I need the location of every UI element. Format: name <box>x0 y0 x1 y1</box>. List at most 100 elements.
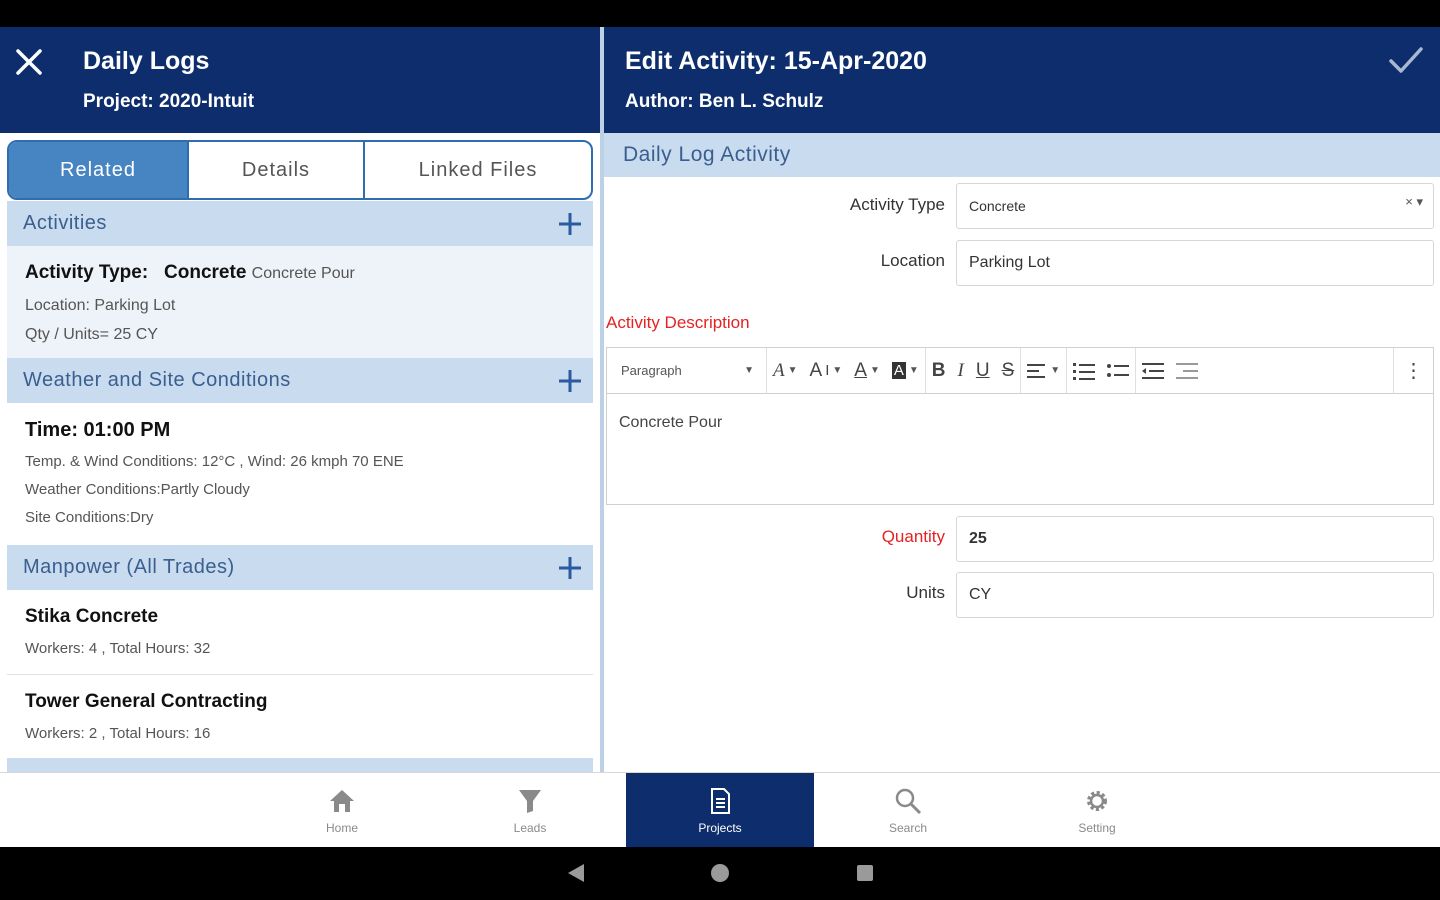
gear-icon <box>1087 790 1107 811</box>
activity-description-label: Activity Description <box>606 313 750 332</box>
manpower-detail: Workers: 2 , Total Hours: 16 <box>25 725 211 742</box>
document-icon <box>711 787 730 814</box>
manpower-name: Stika Concrete <box>25 606 159 627</box>
dropdown-caret-icon[interactable]: ▾ <box>1416 194 1423 209</box>
home-circle-icon[interactable] <box>710 863 730 883</box>
paragraph-format-value: Paragraph <box>621 363 682 378</box>
paragraph-format-select[interactable]: Paragraph ▼ <box>607 348 767 393</box>
units-field-label: Units <box>906 583 945 602</box>
activity-type-select[interactable]: Concrete × ▾ <box>956 183 1434 229</box>
left-panel: Related Details Linked Files Activities … <box>0 133 600 772</box>
tab-related[interactable]: Related <box>9 142 189 198</box>
manpower-section-header: Manpower (All Trades) <box>7 545 593 590</box>
activity-type-field-label: Activity Type <box>849 195 945 214</box>
activity-type-desc: Concrete Pour <box>251 265 355 282</box>
quantity-field-label: Quantity <box>881 527 945 546</box>
weather-temp: Temp. & Wind Conditions: 12°C , Wind: 26… <box>25 453 404 470</box>
rich-text-editor: Paragraph ▼ A ▼ A I ▼ A ▼ A ▼ B I U S ▼ … <box>606 347 1434 505</box>
nav-projects[interactable]: Projects <box>626 773 814 848</box>
nav-search[interactable]: Search <box>814 773 1002 848</box>
tab-details[interactable]: Details <box>189 142 365 198</box>
highlight-color-button[interactable]: A ▼ <box>891 362 919 379</box>
quantity-input[interactable]: 25 <box>956 516 1434 562</box>
bold-icon[interactable]: B <box>932 360 946 382</box>
nav-setting[interactable]: Setting <box>1003 773 1191 848</box>
activity-type-value: Concrete <box>164 262 247 283</box>
home-icon <box>330 789 354 812</box>
recents-square-icon[interactable] <box>855 863 875 883</box>
font-size-button[interactable]: A I ▼ <box>810 360 843 382</box>
site-conditions: Site Conditions:Dry <box>25 509 154 526</box>
tab-bar: Related Details Linked Files <box>7 140 593 200</box>
activity-qty: Qty / Units= 25 CY <box>25 326 158 343</box>
strikethrough-icon[interactable]: S <box>1002 360 1015 382</box>
right-panel: Daily Log Activity Activity Type Concret… <box>604 133 1440 772</box>
editor-toolbar: Paragraph ▼ A ▼ A I ▼ A ▼ A ▼ B I U S ▼ … <box>607 348 1433 394</box>
activity-item[interactable]: Activity Type: Concrete Concrete Pour Lo… <box>7 246 593 358</box>
nav-home[interactable]: Home <box>248 773 436 848</box>
weather-time: Time: 01:00 PM <box>25 419 171 441</box>
funnel-icon <box>519 789 541 813</box>
chevron-down-icon: ▼ <box>744 365 754 376</box>
system-nav-bar <box>0 847 1440 900</box>
weather-section-title: Weather and Site Conditions <box>23 369 291 391</box>
nav-label: Leads <box>513 820 547 835</box>
add-weather-plus-icon[interactable] <box>557 368 583 394</box>
weather-conditions: Weather Conditions:Partly Cloudy <box>25 481 250 498</box>
manpower-section-title: Manpower (All Trades) <box>23 556 235 578</box>
add-activity-plus-icon[interactable] <box>557 211 583 237</box>
page-title: Daily Logs <box>83 47 210 75</box>
nav-leads[interactable]: Leads <box>436 773 624 848</box>
author-subtitle: Author: Ben L. Schulz <box>625 91 824 112</box>
save-check-icon[interactable] <box>1388 45 1424 75</box>
clear-selection-icon[interactable]: × <box>1405 194 1413 209</box>
activity-type-label: Activity Type: <box>25 262 149 283</box>
font-family-button[interactable]: A ▼ <box>773 360 798 382</box>
location-field-label: Location <box>880 251 945 270</box>
manpower-item[interactable]: Stika Concrete Workers: 4 , Total Hours:… <box>7 590 593 674</box>
numbered-list-icon[interactable] <box>1073 362 1096 380</box>
font-color-button[interactable]: A ▼ <box>854 360 880 382</box>
status-bar <box>0 0 1440 27</box>
activity-type-selected: Concrete <box>969 198 1026 214</box>
form-section-header: Daily Log Activity <box>604 133 1440 177</box>
manpower-detail: Workers: 4 , Total Hours: 32 <box>25 640 211 657</box>
left-header: Daily Logs Project: 2020-Intuit <box>0 27 600 133</box>
weather-item[interactable]: Time: 01:00 PM Temp. & Wind Conditions: … <box>7 403 593 545</box>
add-manpower-plus-icon[interactable] <box>557 555 583 581</box>
underline-icon[interactable]: U <box>976 360 990 382</box>
indent-group <box>1136 348 1204 393</box>
edit-activity-title: Edit Activity: 15-Apr-2020 <box>625 47 927 75</box>
nav-label: Setting <box>1078 820 1116 835</box>
italic-icon[interactable]: I <box>958 360 964 382</box>
activities-section-title: Activities <box>23 212 107 234</box>
manpower-name: Tower General Contracting <box>25 691 268 712</box>
bullet-list-icon[interactable] <box>1107 362 1130 380</box>
align-group: ▼ <box>1021 348 1068 393</box>
outdent-icon[interactable] <box>1142 362 1165 380</box>
close-icon[interactable] <box>14 47 44 77</box>
activity-location: Location: Parking Lot <box>25 297 176 314</box>
activities-section-header: Activities <box>7 201 593 246</box>
nav-label: Home <box>325 820 358 835</box>
text-style-group: B I U S <box>926 348 1022 393</box>
tab-linked-files[interactable]: Linked Files <box>365 142 591 198</box>
more-options-icon[interactable]: ⋮ <box>1393 348 1433 393</box>
font-tools-group: A ▼ A I ▼ A ▼ A ▼ <box>767 348 926 393</box>
app: Daily Logs Project: 2020-Intuit Edit Act… <box>0 27 1440 848</box>
back-icon[interactable] <box>566 863 586 883</box>
project-subtitle: Project: 2020-Intuit <box>83 91 255 112</box>
next-section-strip <box>7 758 593 772</box>
nav-label: Search <box>888 820 928 835</box>
manpower-item[interactable]: Tower General Contracting Workers: 2 , T… <box>7 675 593 758</box>
nav-label: Projects <box>698 820 742 835</box>
search-icon <box>895 788 922 814</box>
weather-section-header: Weather and Site Conditions <box>7 358 593 403</box>
indent-icon[interactable] <box>1176 362 1199 380</box>
location-input[interactable]: Parking Lot <box>956 240 1434 286</box>
right-header: Edit Activity: 15-Apr-2020 Author: Ben L… <box>604 27 1440 133</box>
description-text[interactable]: Concrete Pour <box>619 414 722 432</box>
align-icon[interactable]: ▼ <box>1027 363 1060 379</box>
units-input[interactable]: CY <box>956 572 1434 618</box>
list-group <box>1067 348 1137 393</box>
